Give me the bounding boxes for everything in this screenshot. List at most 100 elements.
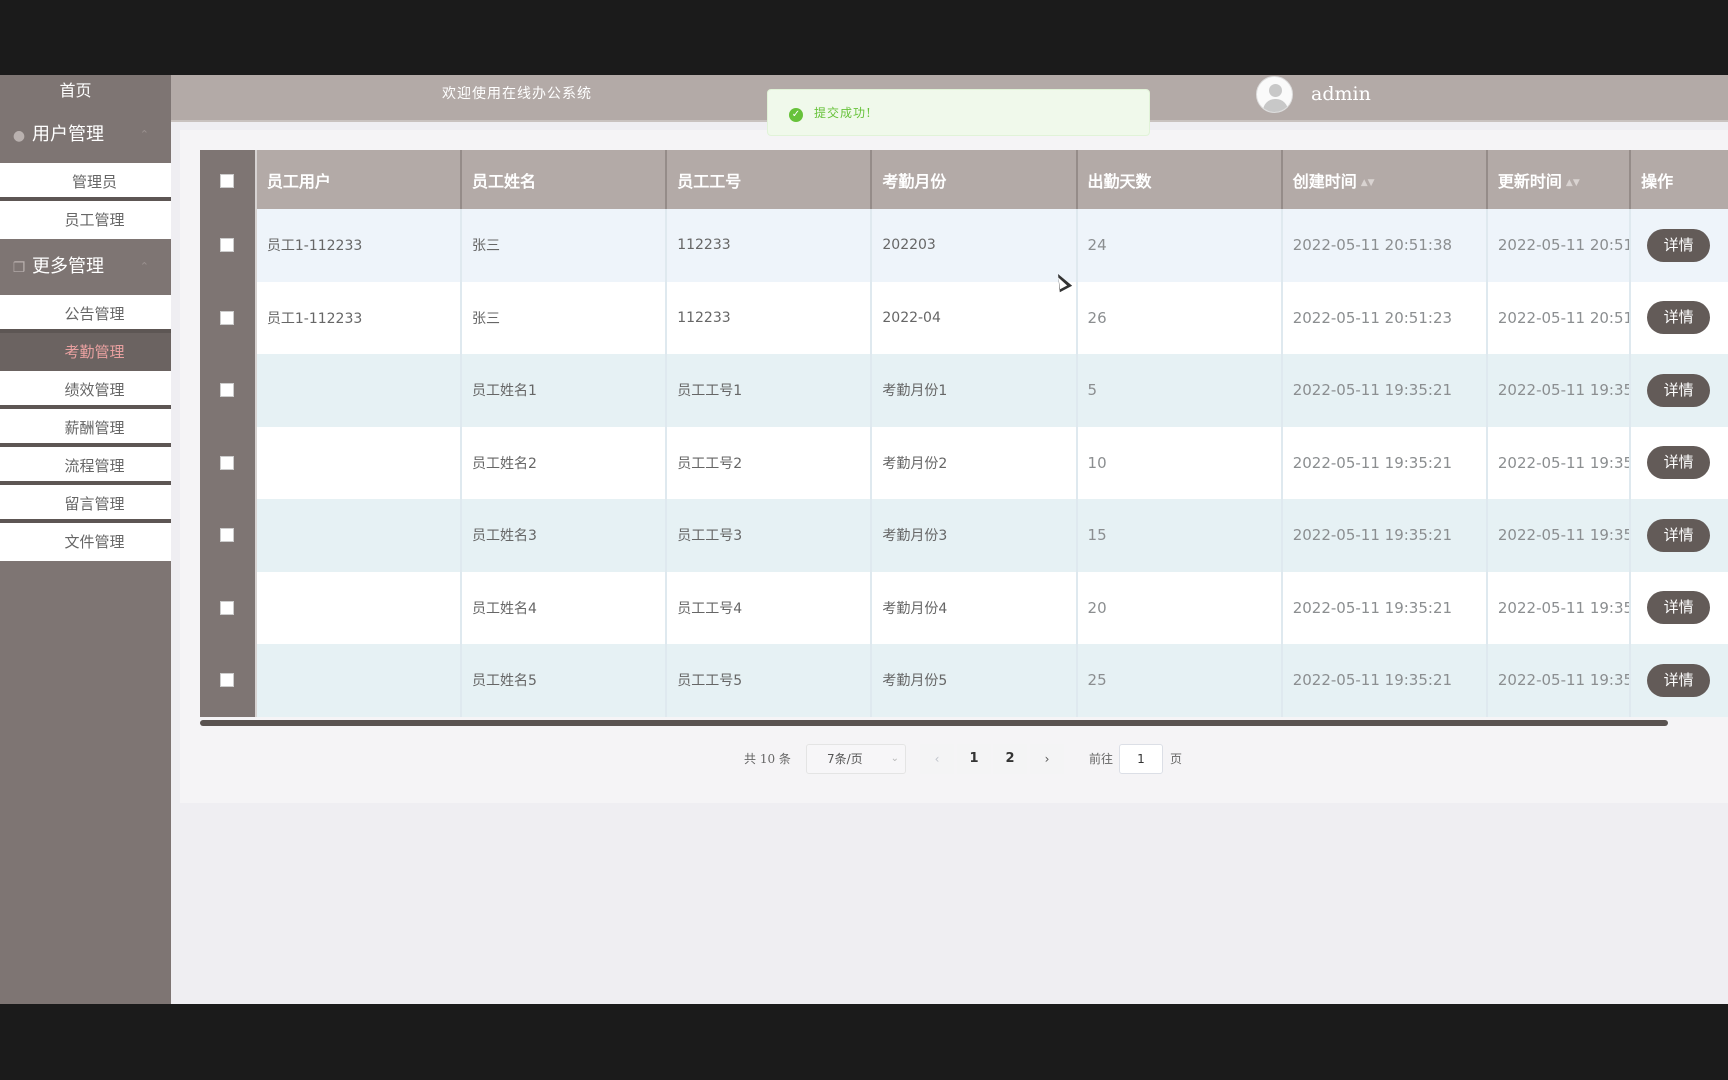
col-header-actions: 操作 <box>1630 150 1728 209</box>
copy-icon: ❐ <box>12 260 26 276</box>
detail-button[interactable]: 详情 <box>1647 446 1711 480</box>
cell-days: 25 <box>1076 644 1283 717</box>
sidebar-item-workflow[interactable]: 流程管理 <box>0 447 171 485</box>
sidebar-group-label: 更多管理 <box>32 256 104 277</box>
row-select-cell <box>200 426 257 499</box>
col-header-created[interactable]: 创建时间 ▲▼ <box>1281 150 1488 209</box>
cell-updated: 2022-05-11 20:51 <box>1486 281 1632 354</box>
page-number-2[interactable]: 2 <box>993 744 1027 774</box>
row-checkbox[interactable] <box>220 455 235 470</box>
sidebar-group-user-management[interactable]: ● 用户管理 ⌃ <box>0 107 171 163</box>
pagination-total: 共 10 条 <box>744 752 791 766</box>
cell-name: 张三 <box>461 281 668 354</box>
sidebar-item-salary[interactable]: 薪酬管理 <box>0 409 171 447</box>
table-row: 员工1-112233 张三 112233 2022-04 26 2022-05-11 20… <box>200 281 1728 354</box>
username[interactable]: admin <box>1311 75 1371 113</box>
cell-created: 2022-05-11 20:51:23 <box>1281 281 1488 354</box>
cell-user <box>255 426 463 499</box>
cell-number: 112233 <box>666 209 873 282</box>
cell-days: 20 <box>1076 571 1283 644</box>
sidebar-item-performance[interactable]: 绩效管理 <box>0 371 171 409</box>
detail-button[interactable]: 详情 <box>1647 228 1711 262</box>
avatar-head <box>1269 84 1282 97</box>
table-row: 员工姓名2 员工工号2 考勤月份2 10 2022-05-11 19:35:21 2022… <box>200 426 1728 499</box>
cell-updated: 2022-05-11 20:51 <box>1486 209 1632 282</box>
sort-icon[interactable]: ▲▼ <box>1566 178 1580 188</box>
cell-updated: 2022-05-11 19:35 <box>1486 354 1632 427</box>
cell-actions: 详情 <box>1630 571 1728 644</box>
chevron-up-icon: ⌃ <box>139 260 149 273</box>
cell-number: 112233 <box>666 281 873 354</box>
table-row: 员工1-112233 张三 112233 202203 24 2022-05-11 20:… <box>200 209 1728 282</box>
select-all-checkbox[interactable] <box>220 173 235 188</box>
cell-name: 员工姓名5 <box>461 644 668 717</box>
row-checkbox[interactable] <box>220 383 235 398</box>
cell-name: 员工姓名4 <box>461 571 668 644</box>
cell-month: 考勤月份4 <box>871 571 1078 644</box>
next-page-button[interactable]: › <box>1030 744 1064 774</box>
horizontal-scrollbar[interactable] <box>200 720 1668 726</box>
cell-name: 张三 <box>461 209 668 282</box>
cell-name: 员工姓名2 <box>461 426 668 499</box>
cell-actions: 详情 <box>1630 499 1728 572</box>
sidebar-item-announcements[interactable]: 公告管理 <box>0 295 171 333</box>
page-number-1[interactable]: 1 <box>957 744 991 774</box>
cell-name: 员工姓名3 <box>461 499 668 572</box>
detail-button[interactable]: 详情 <box>1647 373 1711 407</box>
detail-button[interactable]: 详情 <box>1647 663 1711 697</box>
prev-page-button[interactable]: ‹ <box>920 744 954 774</box>
cell-updated: 2022-05-11 19:35 <box>1486 644 1632 717</box>
pagination: 共 10 条 7条/页 ⌄ ‹ 1 2 › 前往 1 页 <box>0 744 1728 774</box>
col-header-updated[interactable]: 更新时间 ▲▼ <box>1486 150 1632 209</box>
check-circle-icon: ✓ <box>789 108 803 122</box>
data-table-wrapper: 员工用户 员工姓名 员工工号 考勤月份 出勤天数 创建时间 ▲▼ 更新时间 ▲▼ 操… <box>200 150 1728 722</box>
cell-days: 24 <box>1076 209 1283 282</box>
cell-updated: 2022-05-11 19:35 <box>1486 571 1632 644</box>
row-select-cell <box>200 354 257 427</box>
chevron-down-icon: ⌄ <box>890 753 899 764</box>
row-checkbox[interactable] <box>220 600 235 615</box>
cell-user: 员工1-112233 <box>255 209 463 282</box>
sidebar-item-messages[interactable]: 留言管理 <box>0 485 171 523</box>
cell-month: 202203 <box>871 209 1078 282</box>
cell-month: 考勤月份5 <box>871 644 1078 717</box>
detail-button[interactable]: 详情 <box>1647 301 1711 335</box>
sidebar-item-files[interactable]: 文件管理 <box>0 523 171 561</box>
table-row: 员工姓名1 员工工号1 考勤月份1 5 2022-05-11 19:35:21 2022-… <box>200 354 1728 427</box>
chevron-up-icon: ⌃ <box>139 128 149 141</box>
cell-actions: 详情 <box>1630 644 1728 717</box>
avatar[interactable] <box>1256 76 1293 113</box>
app-window: 首页 ● 用户管理 ⌃ 管理员 员工管理 ❐ 更多管理 ⌃ 公告管理 考勤管理 绩效… <box>0 75 1728 1004</box>
page-size-value: 7条/页 <box>827 752 863 766</box>
sort-icon[interactable]: ▲▼ <box>1361 178 1375 188</box>
sidebar-item-employee-management[interactable]: 员工管理 <box>0 201 171 239</box>
row-select-cell <box>200 644 257 717</box>
success-toast: ✓ 提交成功! <box>767 89 1150 136</box>
row-checkbox[interactable] <box>220 238 235 253</box>
cell-created: 2022-05-11 19:35:21 <box>1281 426 1488 499</box>
goto-page-input[interactable]: 1 <box>1119 744 1163 774</box>
cell-updated: 2022-05-11 19:35 <box>1486 426 1632 499</box>
goto-label: 前往 <box>1089 752 1114 766</box>
cell-number: 员工工号2 <box>666 426 873 499</box>
cell-month: 考勤月份3 <box>871 499 1078 572</box>
detail-button[interactable]: 详情 <box>1647 518 1711 552</box>
cell-user: 员工1-112233 <box>255 281 463 354</box>
sidebar-item-home[interactable]: 首页 <box>0 75 171 107</box>
goto-suffix: 页 <box>1170 752 1183 766</box>
detail-button[interactable]: 详情 <box>1647 591 1711 625</box>
table-body: 员工1-112233 张三 112233 202203 24 2022-05-11 20:… <box>200 209 1728 717</box>
cell-actions: 详情 <box>1630 426 1728 499</box>
table-row: 员工姓名3 员工工号3 考勤月份3 15 2022-05-11 19:35:21 2022… <box>200 499 1728 572</box>
row-checkbox[interactable] <box>220 310 235 325</box>
sidebar-group-more-management[interactable]: ❐ 更多管理 ⌃ <box>0 239 171 295</box>
row-checkbox[interactable] <box>220 673 235 688</box>
sidebar-item-attendance[interactable]: 考勤管理 <box>0 333 171 371</box>
cell-number: 员工工号1 <box>666 354 873 427</box>
table-row: 员工姓名5 员工工号5 考勤月份5 25 2022-05-11 19:35:21 2022… <box>200 644 1728 717</box>
cell-updated: 2022-05-11 19:35 <box>1486 499 1632 572</box>
cell-user <box>255 354 463 427</box>
sidebar-item-admin[interactable]: 管理员 <box>0 163 171 201</box>
row-checkbox[interactable] <box>220 528 235 543</box>
page-size-select[interactable]: 7条/页 ⌄ <box>806 744 906 774</box>
